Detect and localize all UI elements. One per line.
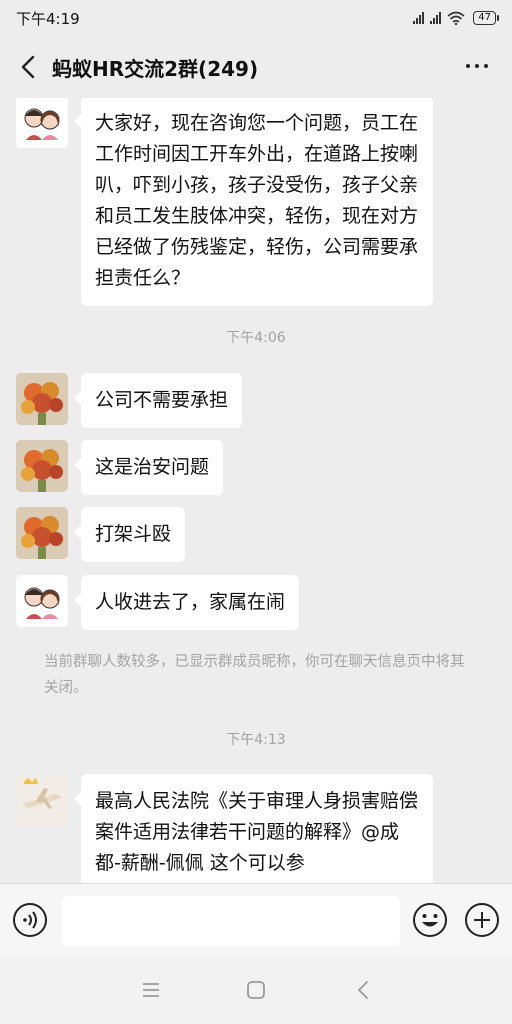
back-icon[interactable]	[352, 978, 376, 1002]
timestamp: 下午4:06	[226, 330, 286, 346]
system-notice: 当前群聊人数较多，已显示群成员昵称，你可在聊天信息页中将其关闭。	[44, 654, 465, 696]
system-nav-bar	[0, 956, 512, 1024]
avatar[interactable]	[16, 98, 68, 148]
message-item: 这是治安问题	[16, 440, 224, 495]
status-time: 下午4:19	[16, 9, 80, 28]
message-bubble[interactable]: 大家好，现在咨询您一个问题，员工在工作时间因工开车外出，在道路上按喇叭，吓到小孩…	[74, 98, 433, 306]
message-bubble[interactable]: 人收进去了，家属在闹	[73, 575, 300, 630]
menu-icon[interactable]	[139, 978, 163, 1002]
message-bubble[interactable]: 最高人民法院《关于审理人身损害赔偿案件适用法律若干问题的解释》@成都-薪酬-佩佩…	[74, 774, 433, 883]
avatar[interactable]	[16, 373, 68, 425]
chevron-left-icon[interactable]	[8, 42, 48, 92]
message-bubble[interactable]: 公司不需要承担	[73, 373, 243, 428]
voice-icon[interactable]	[12, 902, 48, 938]
avatar[interactable]	[16, 507, 68, 559]
more-icon[interactable]	[460, 54, 494, 78]
avatar[interactable]	[16, 440, 68, 492]
avatar[interactable]	[16, 575, 68, 627]
message-input[interactable]	[62, 896, 400, 946]
message-bubble[interactable]: 这是治安问题	[73, 440, 224, 495]
message-text: 打架斗殴	[95, 523, 172, 545]
message-item: 公司不需要承担	[16, 373, 243, 428]
message-text: 最高人民法院《关于审理人身损害赔偿案件适用法律若干问题的解释》@成都-薪酬-佩佩…	[95, 790, 419, 874]
message-item: 大家好，现在咨询您一个问题，员工在工作时间因工开车外出，在道路上按喇叭，吓到小孩…	[16, 98, 433, 306]
chat-title: 蚂蚁HR交流2群(249)	[52, 56, 259, 81]
battery-icon: 47	[473, 11, 499, 25]
avatar[interactable]	[16, 774, 68, 826]
message-bubble[interactable]: 打架斗殴	[73, 507, 186, 562]
chat-header: 蚂蚁HR交流2群(249)	[0, 36, 512, 98]
home-icon[interactable]	[244, 978, 268, 1002]
message-text: 大家好，现在咨询您一个问题，员工在工作时间因工开车外出，在道路上按喇叭，吓到小孩…	[95, 112, 419, 289]
signal-icon	[413, 12, 425, 24]
message-list[interactable]: 大家好，现在咨询您一个问题，员工在工作时间因工开车外出，在道路上按喇叭，吓到小孩…	[0, 98, 512, 883]
input-bar	[0, 883, 512, 956]
status-icons: 47	[413, 11, 499, 25]
message-item: 人收进去了，家属在闹	[16, 575, 300, 630]
status-bar: 下午4:19 47	[0, 0, 512, 36]
emoji-icon[interactable]	[412, 902, 448, 938]
message-item: 打架斗殴	[16, 507, 186, 562]
message-text: 人收进去了，家属在闹	[95, 591, 286, 613]
timestamp: 下午4:13	[226, 732, 286, 748]
message-item: 最高人民法院《关于审理人身损害赔偿案件适用法律若干问题的解释》@成都-薪酬-佩佩…	[16, 774, 433, 883]
message-text: 这是治安问题	[95, 456, 210, 478]
wifi-icon	[447, 11, 465, 25]
plus-icon[interactable]	[464, 902, 500, 938]
message-text: 公司不需要承担	[95, 389, 229, 411]
signal-icon	[430, 12, 442, 24]
